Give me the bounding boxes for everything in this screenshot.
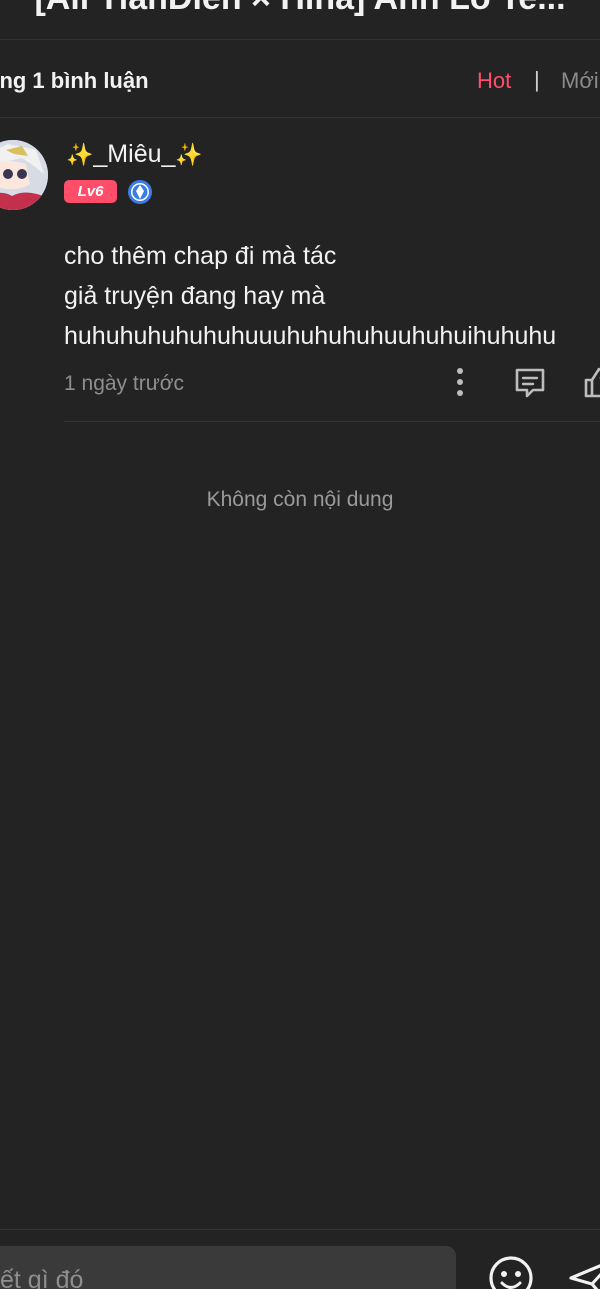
sparkle-icon: ✨ xyxy=(66,142,94,167)
emoji-icon[interactable] xyxy=(487,1254,535,1289)
list-end-message: Không còn nội dung xyxy=(206,488,394,511)
comment-timestamp: 1 ngày trước xyxy=(64,372,185,395)
comment-count: ổng 1 bình luận xyxy=(0,68,149,93)
title-bar: [All TianDien × Hina] Anh Lo Te... xyxy=(0,0,600,40)
divider xyxy=(0,117,600,118)
sort-new-tab[interactable]: Mới xyxy=(561,68,599,94)
like-icon[interactable] xyxy=(582,366,600,400)
sparkle-icon: ✨ xyxy=(175,142,203,167)
sort-divider: | xyxy=(534,67,540,92)
divider xyxy=(0,1229,600,1230)
comment-line: cho thêm chap đi mà tác xyxy=(64,242,337,270)
comment-input[interactable]: ết gì đó xyxy=(0,1246,456,1289)
page-title: [All TianDien × Hina] Anh Lo Te... xyxy=(34,0,565,18)
username[interactable]: ✨_Miêu_✨ xyxy=(66,140,203,169)
comment-line: huhuhuhuhuhuhuuuhuhuhuhuuhuhuihuhuhu xyxy=(64,322,557,350)
comment-input-placeholder: ết gì đó xyxy=(0,1266,84,1289)
level-badge: Lv6 xyxy=(64,180,117,203)
avatar-anime-girl-icon xyxy=(0,140,48,210)
username-text: _Miêu_ xyxy=(93,140,176,168)
sort-hot-tab[interactable]: Hot xyxy=(477,68,511,94)
comments-page: [All TianDien × Hina] Anh Lo Te... ổng 1… xyxy=(0,0,600,1289)
reply-icon[interactable] xyxy=(513,367,547,399)
comments-header: ổng 1 bình luận Hot | Mới xyxy=(0,40,600,118)
verified-badge-icon xyxy=(127,179,153,205)
comment-body: cho thêm chap đi mà tác giả truyện đang … xyxy=(64,236,594,356)
comment-line: giả truyện đang hay mà xyxy=(64,282,326,310)
avatar[interactable] xyxy=(0,140,48,210)
more-icon[interactable] xyxy=(452,366,468,398)
divider xyxy=(64,421,600,422)
send-icon[interactable] xyxy=(566,1254,600,1289)
